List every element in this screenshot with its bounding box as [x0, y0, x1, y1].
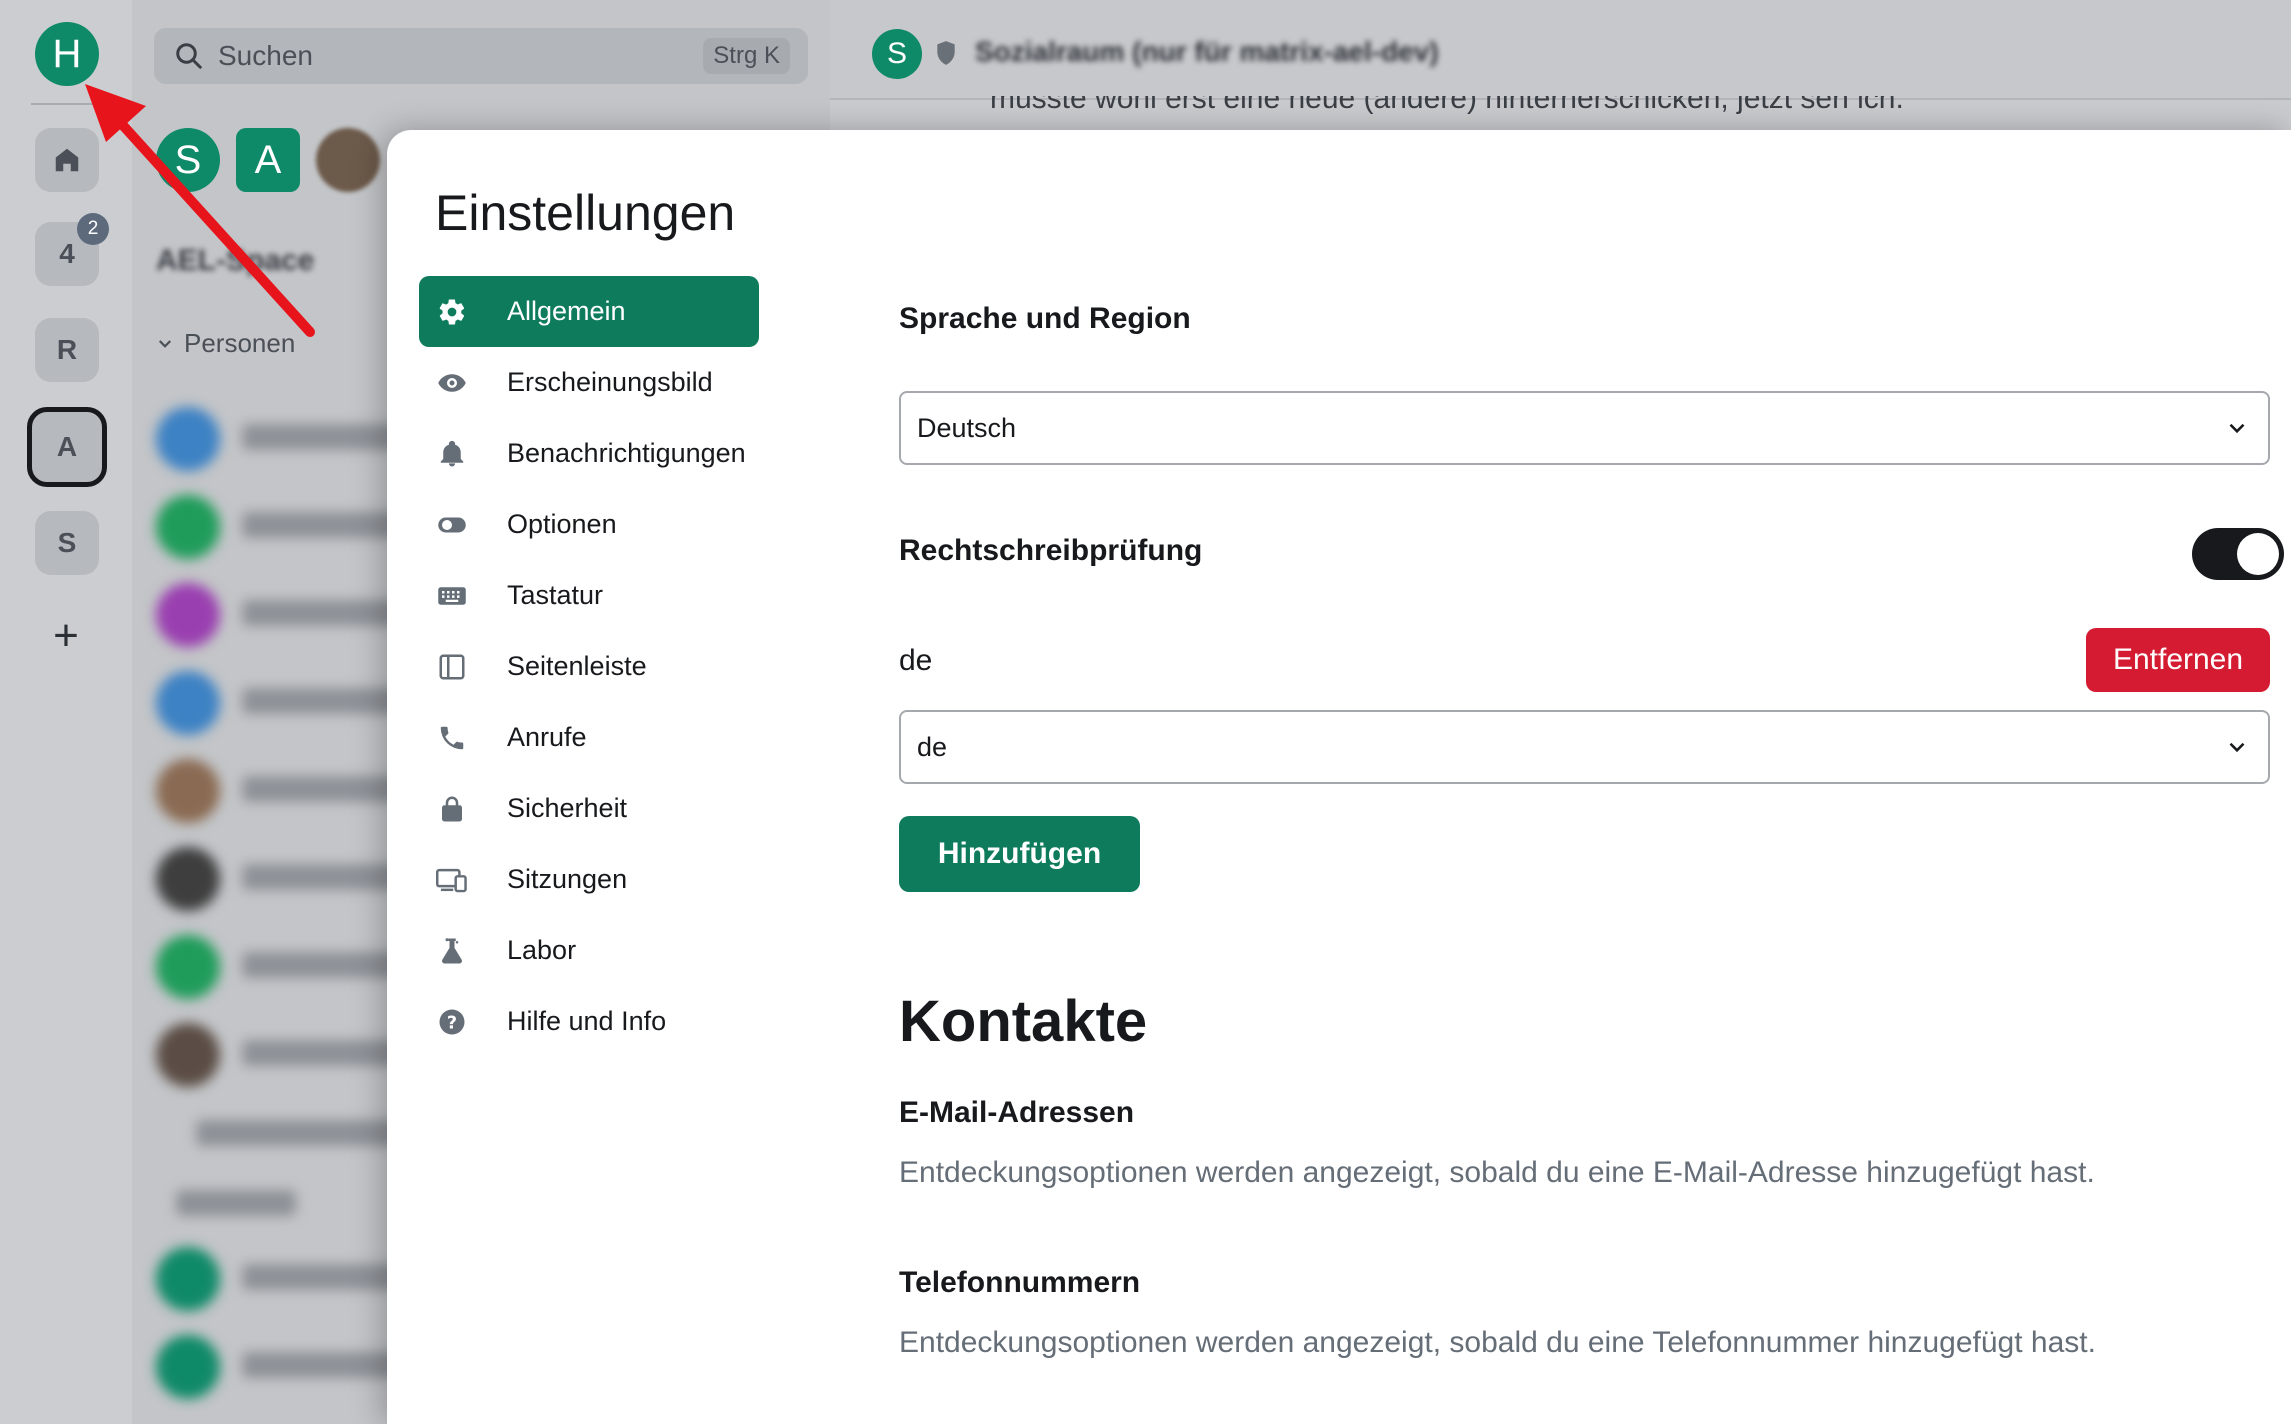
tab-erscheinungsbild[interactable]: Erscheinungsbild — [419, 347, 759, 418]
add-language-value: de — [917, 731, 948, 762]
tab-anrufe[interactable]: Anrufe — [419, 702, 759, 773]
tab-sicherheit[interactable]: Sicherheit — [419, 773, 759, 844]
sidebar-icon — [435, 650, 469, 684]
toggle-icon — [435, 508, 469, 542]
room-header: S Sozialraum (nur für matrix-ael-dev) — [830, 0, 2291, 100]
tab-label: Sicherheit — [507, 793, 628, 823]
tab-seitenleiste[interactable]: Seitenleiste — [419, 631, 759, 702]
rail-space-s[interactable]: S — [35, 511, 99, 575]
search-placeholder: Suchen — [218, 40, 313, 71]
flask-icon — [435, 934, 469, 968]
tab-label: Benachrichtigungen — [507, 438, 746, 468]
rail-space-label: S — [57, 527, 77, 558]
emails-description: Entdeckungsoptionen werden angezeigt, so… — [899, 1156, 2095, 1189]
eye-icon — [435, 366, 469, 400]
tab-tastatur[interactable]: Tastatur — [419, 560, 759, 631]
room-avatar[interactable]: S — [872, 29, 922, 79]
settings-nav: Allgemein Erscheinungsbild Benachrichtig… — [419, 276, 759, 1057]
settings-dialog: Einstellungen Allgemein Erscheinungsbild… — [387, 130, 2291, 1424]
dialog-title: Einstellungen — [435, 185, 736, 241]
tab-label: Allgemein — [507, 296, 626, 326]
rail-space-label: A — [56, 431, 78, 462]
chevron-down-icon — [2229, 742, 2245, 753]
spellcheck-language-label: de — [899, 644, 933, 677]
settings-content: Sprache und Region Deutsch Rechtschreibp… — [899, 130, 2291, 1424]
contacts-heading: Kontakte — [899, 989, 1148, 1054]
phones-heading: Telefonnummern — [899, 1266, 1141, 1299]
tab-sitzungen[interactable]: Sitzungen — [419, 844, 759, 915]
timeline-message: müsste wohl erst eine neue (andere) hint… — [830, 96, 2291, 130]
shield-icon — [937, 41, 955, 65]
gear-icon — [435, 295, 469, 329]
rail-space-a[interactable]: A — [27, 407, 107, 487]
svg-text:?: ? — [447, 1013, 457, 1033]
language-heading: Sprache und Region — [899, 302, 1191, 335]
phone-icon — [435, 721, 469, 755]
phones-description: Entdeckungsoptionen werden angezeigt, so… — [899, 1326, 2096, 1359]
annotation-arrow-icon — [85, 84, 315, 337]
language-select[interactable]: Deutsch — [899, 391, 2270, 465]
add-language-select[interactable]: de — [899, 710, 2270, 784]
room-title[interactable]: Sozialraum (nur für matrix-ael-dev) — [975, 36, 1439, 68]
tab-optionen[interactable]: Optionen — [419, 489, 759, 560]
tab-label: Hilfe und Info — [507, 1006, 667, 1036]
tab-hilfe[interactable]: ? Hilfe und Info — [419, 986, 759, 1057]
bell-icon — [435, 437, 469, 471]
search-shortcut: Strg K — [703, 38, 790, 74]
tab-label: Sitzungen — [507, 864, 628, 894]
tab-allgemein[interactable]: Allgemein — [419, 276, 759, 347]
emails-heading: E-Mail-Adressen — [899, 1096, 1135, 1129]
spellcheck-toggle[interactable] — [2192, 528, 2284, 580]
tab-label: Anrufe — [507, 722, 587, 752]
add-space-button[interactable]: + — [48, 614, 84, 658]
tab-label: Tastatur — [507, 580, 604, 610]
chevron-down-icon — [2229, 423, 2245, 434]
tab-label: Seitenleiste — [507, 651, 647, 681]
help-icon: ? — [435, 1005, 469, 1039]
tab-label: Erscheinungsbild — [507, 367, 713, 397]
keyboard-icon — [435, 579, 469, 613]
search-icon — [176, 43, 202, 69]
tab-label: Optionen — [507, 509, 617, 539]
lock-icon — [435, 792, 469, 826]
language-value: Deutsch — [917, 412, 1017, 443]
devices-icon — [435, 863, 469, 897]
toggle-knob — [2237, 533, 2279, 575]
tab-labor[interactable]: Labor — [419, 915, 759, 986]
tab-label: Labor — [507, 935, 577, 965]
remove-language-button[interactable]: Entfernen — [2086, 628, 2270, 692]
message-text: müsste wohl erst eine neue (andere) hint… — [990, 96, 1904, 115]
add-language-button[interactable]: Hinzufügen — [899, 816, 1140, 892]
tab-benachrichtigungen[interactable]: Benachrichtigungen — [419, 418, 759, 489]
spellcheck-heading: Rechtschreibprüfung — [899, 534, 1203, 567]
